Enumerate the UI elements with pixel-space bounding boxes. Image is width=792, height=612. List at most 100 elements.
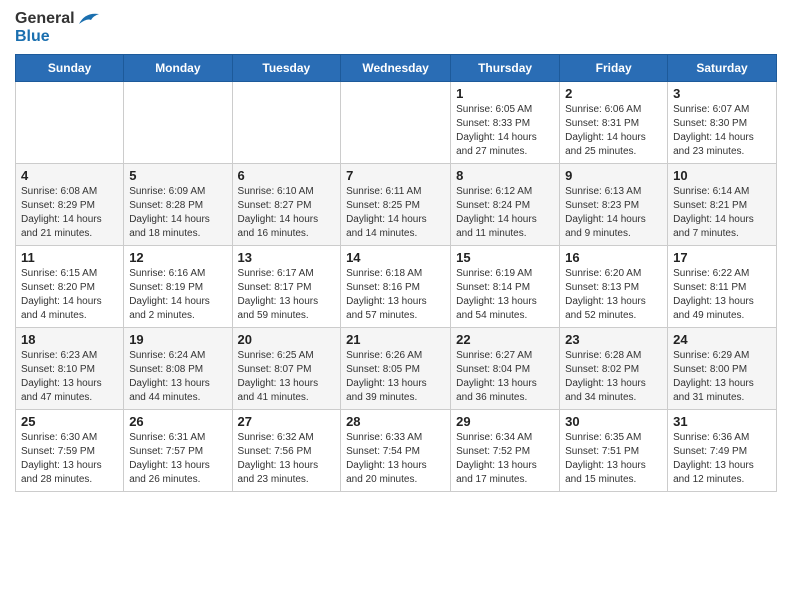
calendar-cell: 25 Sunrise: 6:30 AM Sunset: 7:59 PM Dayli…	[16, 409, 124, 491]
day-number: 13	[238, 250, 336, 265]
day-number: 16	[565, 250, 662, 265]
calendar-table: SundayMondayTuesdayWednesdayThursdayFrid…	[15, 54, 777, 492]
logo-bird-icon	[77, 10, 99, 28]
calendar-cell: 30Sunrise: 6:35 AM Sunset: 7:51 PM Dayli…	[560, 409, 668, 491]
day-info: Sunrise: 6:20 AM Sunset: 8:13 PM Dayligh…	[565, 267, 662, 323]
day-info: Sunrise: 6:29 AM Sunset: 8:00 PM Dayligh…	[673, 349, 771, 405]
day-number: 23	[565, 332, 662, 347]
day-info: Sunrise: 6:15 AM Sunset: 8:20 PM Dayligh…	[21, 267, 118, 323]
day-info: Sunrise: 6:32 AM Sunset: 7:56 PM Dayligh…	[238, 431, 336, 487]
day-info: Sunrise: 6:13 AM Sunset: 8:23 PM Dayligh…	[565, 185, 662, 241]
day-number: 24	[673, 332, 771, 347]
day-info: Sunrise: 6:31 AM Sunset: 7:57 PM Dayligh…	[129, 431, 226, 487]
calendar-cell: 9 Sunrise: 6:13 AM Sunset: 8:23 PM Daylig…	[560, 163, 668, 245]
calendar-cell: 20Sunrise: 6:25 AM Sunset: 8:07 PM Dayli…	[232, 327, 341, 409]
day-number: 2	[565, 86, 662, 101]
day-info: Sunrise: 6:22 AM Sunset: 8:11 PM Dayligh…	[673, 267, 771, 323]
day-number: 20	[238, 332, 336, 347]
weekday-header-tuesday: Tuesday	[232, 54, 341, 81]
calendar-cell: 22Sunrise: 6:27 AM Sunset: 8:04 PM Dayli…	[451, 327, 560, 409]
day-info: Sunrise: 6:06 AM Sunset: 8:31 PM Dayligh…	[565, 103, 662, 159]
day-number: 29	[456, 414, 554, 429]
logo-blue-text: Blue	[15, 28, 50, 45]
day-number: 5	[129, 168, 226, 183]
calendar-cell: 28 Sunrise: 6:33 AM Sunset: 7:54 PM Dayli…	[341, 409, 451, 491]
logo: General Blue	[15, 10, 99, 46]
calendar-cell: 6 Sunrise: 6:10 AM Sunset: 8:27 PM Daylig…	[232, 163, 341, 245]
day-info: Sunrise: 6:27 AM Sunset: 8:04 PM Dayligh…	[456, 349, 554, 405]
day-number: 27	[238, 414, 336, 429]
logo-container: General Blue	[15, 10, 99, 46]
day-info: Sunrise: 6:36 AM Sunset: 7:49 PM Dayligh…	[673, 431, 771, 487]
day-info: Sunrise: 6:14 AM Sunset: 8:21 PM Dayligh…	[673, 185, 771, 241]
day-info: Sunrise: 6:19 AM Sunset: 8:14 PM Dayligh…	[456, 267, 554, 323]
day-info: Sunrise: 6:26 AM Sunset: 8:05 PM Dayligh…	[346, 349, 445, 405]
calendar-cell: 24 Sunrise: 6:29 AM Sunset: 8:00 PM Dayli…	[668, 327, 777, 409]
day-info: Sunrise: 6:08 AM Sunset: 8:29 PM Dayligh…	[21, 185, 118, 241]
logo-general-text: General	[15, 10, 75, 27]
day-info: Sunrise: 6:07 AM Sunset: 8:30 PM Dayligh…	[673, 103, 771, 159]
weekday-header-saturday: Saturday	[668, 54, 777, 81]
day-info: Sunrise: 6:30 AM Sunset: 7:59 PM Dayligh…	[21, 431, 118, 487]
day-number: 11	[21, 250, 118, 265]
calendar-cell: 3 Sunrise: 6:07 AM Sunset: 8:30 PM Daylig…	[668, 81, 777, 163]
calendar-cell: 1 Sunrise: 6:05 AM Sunset: 8:33 PM Daylig…	[451, 81, 560, 163]
day-number: 14	[346, 250, 445, 265]
weekday-header-sunday: Sunday	[16, 54, 124, 81]
calendar-cell: 14 Sunrise: 6:18 AM Sunset: 8:16 PM Dayli…	[341, 245, 451, 327]
calendar-cell: 18 Sunrise: 6:23 AM Sunset: 8:10 PM Dayli…	[16, 327, 124, 409]
day-info: Sunrise: 6:11 AM Sunset: 8:25 PM Dayligh…	[346, 185, 445, 241]
calendar-cell: 31 Sunrise: 6:36 AM Sunset: 7:49 PM Dayli…	[668, 409, 777, 491]
day-number: 7	[346, 168, 445, 183]
calendar-cell: 26 Sunrise: 6:31 AM Sunset: 7:57 PM Dayli…	[124, 409, 232, 491]
day-info: Sunrise: 6:12 AM Sunset: 8:24 PM Dayligh…	[456, 185, 554, 241]
calendar-cell: 27 Sunrise: 6:32 AM Sunset: 7:56 PM Dayli…	[232, 409, 341, 491]
calendar-cell: 16 Sunrise: 6:20 AM Sunset: 8:13 PM Dayli…	[560, 245, 668, 327]
day-number: 31	[673, 414, 771, 429]
calendar-cell	[341, 81, 451, 163]
day-number: 12	[129, 250, 226, 265]
day-info: Sunrise: 6:18 AM Sunset: 8:16 PM Dayligh…	[346, 267, 445, 323]
calendar-cell: 11 Sunrise: 6:15 AM Sunset: 8:20 PM Dayli…	[16, 245, 124, 327]
day-info: Sunrise: 6:35 AM Sunset: 7:51 PM Dayligh…	[565, 431, 662, 487]
calendar-cell	[232, 81, 341, 163]
calendar-cell: 2 Sunrise: 6:06 AM Sunset: 8:31 PM Daylig…	[560, 81, 668, 163]
calendar-cell: 17 Sunrise: 6:22 AM Sunset: 8:11 PM Dayli…	[668, 245, 777, 327]
day-number: 26	[129, 414, 226, 429]
day-info: Sunrise: 6:28 AM Sunset: 8:02 PM Dayligh…	[565, 349, 662, 405]
calendar-cell	[16, 81, 124, 163]
day-number: 28	[346, 414, 445, 429]
calendar-cell: 10Sunrise: 6:14 AM Sunset: 8:21 PM Dayli…	[668, 163, 777, 245]
day-info: Sunrise: 6:34 AM Sunset: 7:52 PM Dayligh…	[456, 431, 554, 487]
calendar-cell: 5 Sunrise: 6:09 AM Sunset: 8:28 PM Daylig…	[124, 163, 232, 245]
day-number: 6	[238, 168, 336, 183]
weekday-header-thursday: Thursday	[451, 54, 560, 81]
calendar-cell: 23 Sunrise: 6:28 AM Sunset: 8:02 PM Dayli…	[560, 327, 668, 409]
day-number: 18	[21, 332, 118, 347]
calendar-cell: 29 Sunrise: 6:34 AM Sunset: 7:52 PM Dayli…	[451, 409, 560, 491]
day-number: 19	[129, 332, 226, 347]
calendar-cell: 4 Sunrise: 6:08 AM Sunset: 8:29 PM Daylig…	[16, 163, 124, 245]
calendar-cell: 21Sunrise: 6:26 AM Sunset: 8:05 PM Dayli…	[341, 327, 451, 409]
day-number: 3	[673, 86, 771, 101]
day-info: Sunrise: 6:10 AM Sunset: 8:27 PM Dayligh…	[238, 185, 336, 241]
weekday-header-wednesday: Wednesday	[341, 54, 451, 81]
day-info: Sunrise: 6:16 AM Sunset: 8:19 PM Dayligh…	[129, 267, 226, 323]
day-info: Sunrise: 6:33 AM Sunset: 7:54 PM Dayligh…	[346, 431, 445, 487]
day-number: 4	[21, 168, 118, 183]
day-info: Sunrise: 6:17 AM Sunset: 8:17 PM Dayligh…	[238, 267, 336, 323]
calendar-cell: 12 Sunrise: 6:16 AM Sunset: 8:19 PM Dayli…	[124, 245, 232, 327]
day-info: Sunrise: 6:24 AM Sunset: 8:08 PM Dayligh…	[129, 349, 226, 405]
day-number: 1	[456, 86, 554, 101]
calendar-cell: 15Sunrise: 6:19 AM Sunset: 8:14 PM Dayli…	[451, 245, 560, 327]
day-info: Sunrise: 6:05 AM Sunset: 8:33 PM Dayligh…	[456, 103, 554, 159]
day-number: 17	[673, 250, 771, 265]
day-info: Sunrise: 6:23 AM Sunset: 8:10 PM Dayligh…	[21, 349, 118, 405]
day-number: 9	[565, 168, 662, 183]
calendar-cell: 8Sunrise: 6:12 AM Sunset: 8:24 PM Daylig…	[451, 163, 560, 245]
calendar-cell: 13 Sunrise: 6:17 AM Sunset: 8:17 PM Dayli…	[232, 245, 341, 327]
day-number: 25	[21, 414, 118, 429]
calendar-cell: 7 Sunrise: 6:11 AM Sunset: 8:25 PM Daylig…	[341, 163, 451, 245]
weekday-header-friday: Friday	[560, 54, 668, 81]
day-info: Sunrise: 6:09 AM Sunset: 8:28 PM Dayligh…	[129, 185, 226, 241]
